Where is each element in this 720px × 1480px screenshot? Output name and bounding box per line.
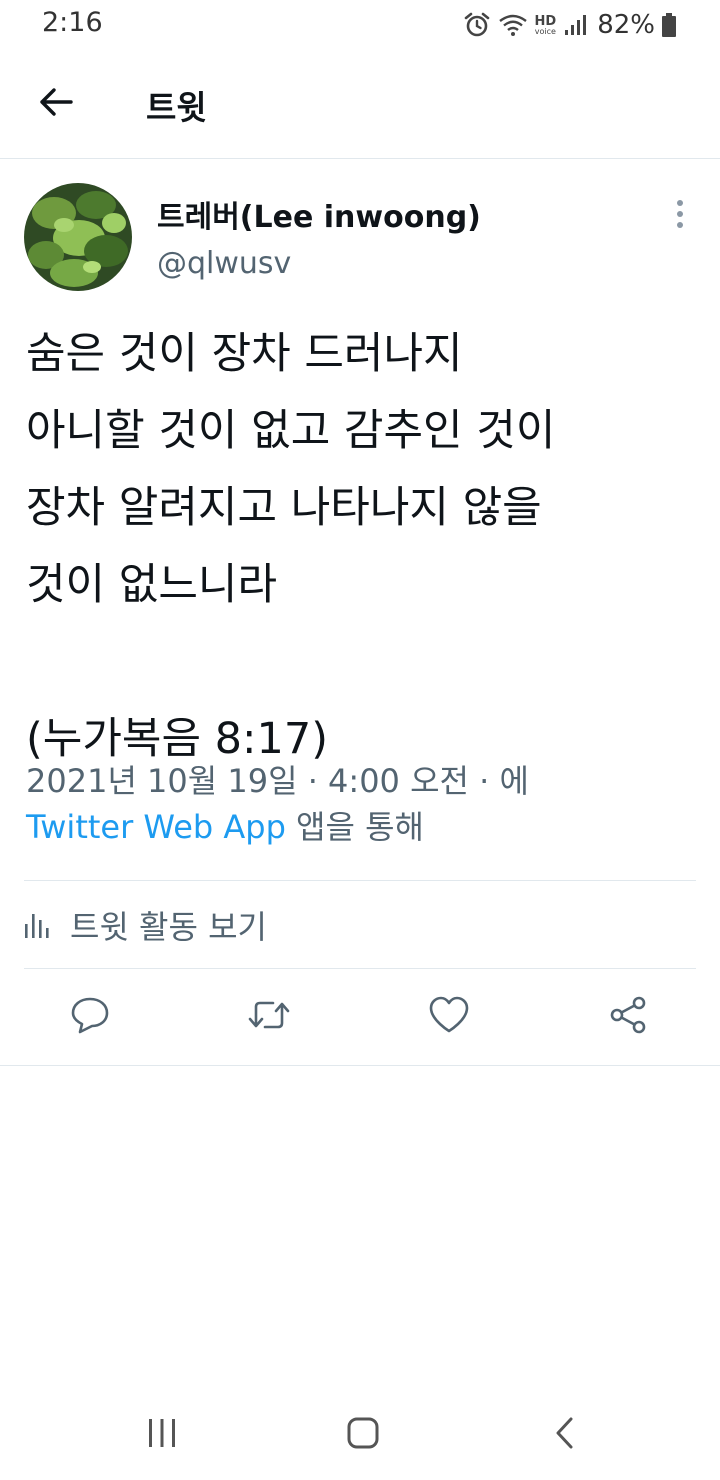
analytics-icon xyxy=(24,910,50,940)
retweet-button[interactable] xyxy=(248,996,290,1038)
arrow-left-icon xyxy=(38,87,74,121)
author-name[interactable]: 트레버(Lee inwoong) xyxy=(157,192,481,236)
tweet-actions xyxy=(0,970,720,1065)
author-handle[interactable]: @qlwusv xyxy=(157,246,291,281)
divider xyxy=(0,1065,720,1066)
retweet-icon xyxy=(247,995,291,1039)
chevron-left-icon xyxy=(553,1416,577,1454)
voice-label: voice xyxy=(534,26,556,36)
reply-icon xyxy=(70,995,110,1039)
recent-apps-icon xyxy=(146,1417,178,1453)
activity-label: 트윗 활동 보기 xyxy=(70,908,267,946)
tweet-text: 숨은 것이 장차 드러나지 아니할 것이 없고 감추인 것이 장차 알려지고 나… xyxy=(26,329,556,764)
reply-button[interactable] xyxy=(69,996,111,1038)
hd-label: HD xyxy=(534,13,557,29)
source-app-link[interactable]: Twitter Web App xyxy=(26,808,286,846)
source-suffix: 앱을 통해 xyxy=(285,808,424,846)
share-button[interactable] xyxy=(607,996,649,1038)
battery-icon xyxy=(662,13,676,37)
tweet-metadata: 2021년 10월 19일 · 4:00 오전 · 에 Twitter Web … xyxy=(26,758,706,850)
like-icon xyxy=(428,995,470,1039)
status-icons: HD voice 82% xyxy=(463,8,676,42)
more-vertical-icon xyxy=(676,199,684,233)
home-button[interactable] xyxy=(338,1410,388,1460)
view-tweet-activity[interactable]: 트윗 활동 보기 xyxy=(24,882,696,968)
home-icon xyxy=(346,1416,380,1454)
more-options-button[interactable] xyxy=(664,196,696,236)
battery-percentage: 82% xyxy=(597,10,655,40)
tweet-timestamp: 2021년 10월 19일 · 4:00 오전 · 에 xyxy=(26,762,529,800)
wifi-icon xyxy=(498,12,528,38)
back-button[interactable] xyxy=(34,82,78,126)
like-button[interactable] xyxy=(428,996,470,1038)
recent-apps-button[interactable] xyxy=(137,1410,187,1460)
status-bar: 2:16 HD voice 82% xyxy=(0,0,720,52)
divider xyxy=(24,968,696,969)
system-nav-bar xyxy=(0,1390,720,1480)
page-title: 트윗 xyxy=(146,88,207,127)
app-bar: 트윗 xyxy=(0,52,720,159)
back-nav-button[interactable] xyxy=(540,1410,590,1460)
divider xyxy=(24,880,696,881)
share-icon xyxy=(608,995,648,1039)
signal-icon xyxy=(563,13,587,37)
alarm-icon xyxy=(463,11,491,39)
tweet-source: Twitter Web App 앱을 통해 xyxy=(26,804,706,850)
hd-voice-icon: HD voice xyxy=(535,15,557,36)
status-time: 2:16 xyxy=(42,7,103,38)
avatar[interactable] xyxy=(24,183,132,291)
